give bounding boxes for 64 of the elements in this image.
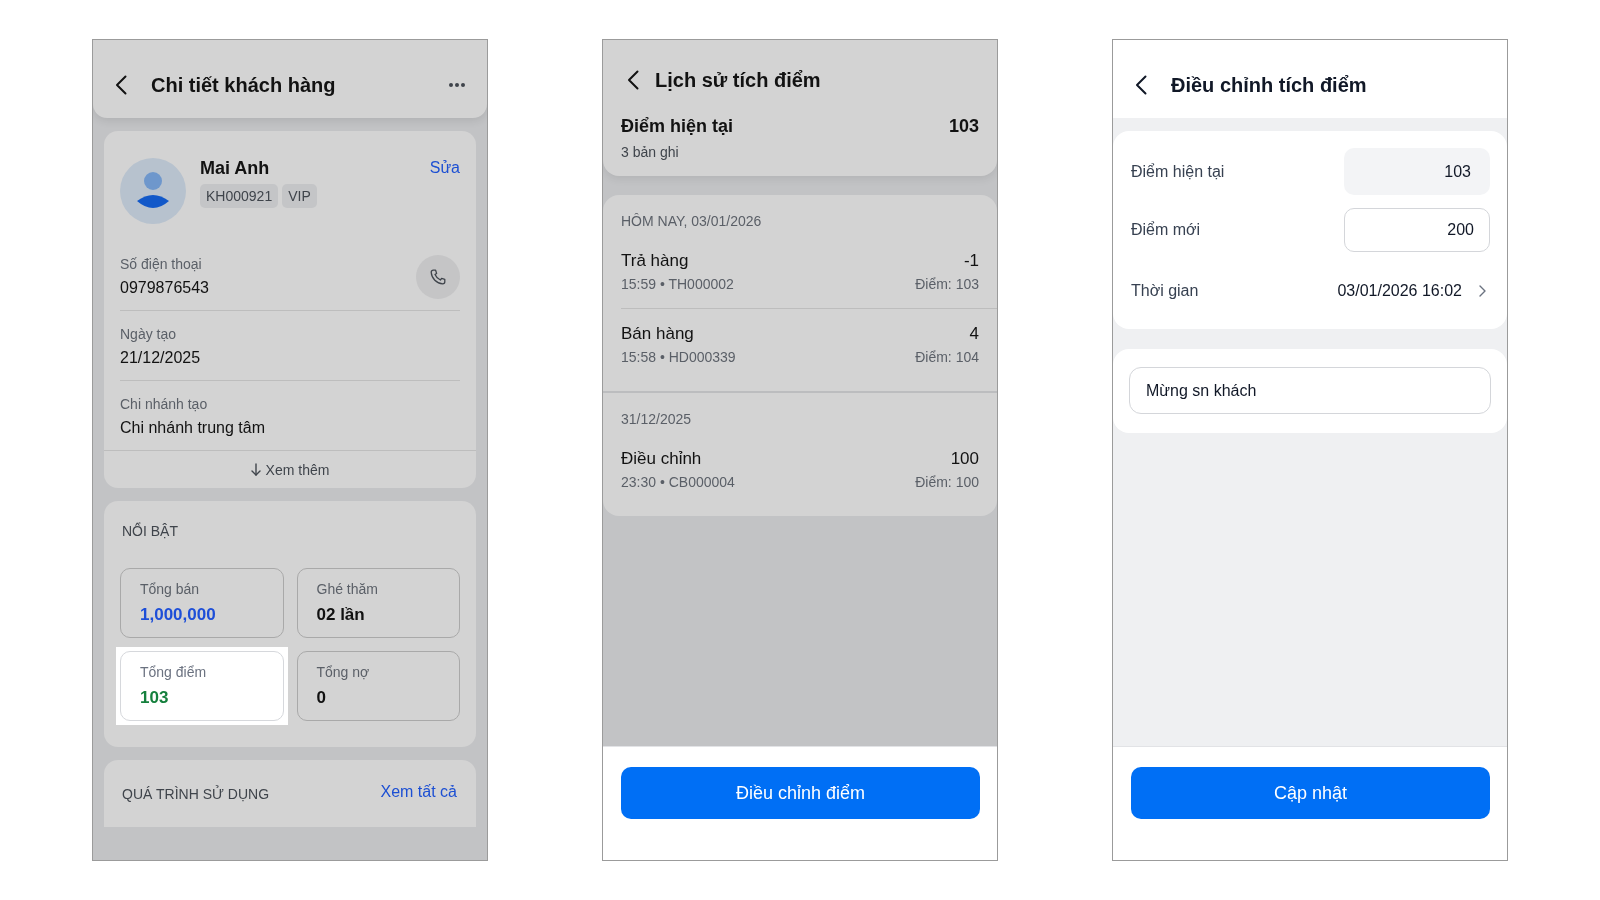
field-label: Điểm hiện tại [1131, 161, 1225, 182]
points-change: 100 [950, 448, 979, 470]
stat-value: 0 [316, 687, 327, 709]
phone-icon [430, 268, 446, 285]
back-icon [627, 70, 639, 90]
entry-meta: 23:30 • CB000004 [621, 473, 735, 491]
stat-value: 103 [140, 687, 170, 709]
more-icon [449, 83, 465, 87]
screen-title: Chi tiết khách hàng [151, 73, 337, 98]
customer-tag: KH000921 [200, 184, 279, 208]
adjust-points-button[interactable]: Điều chỉnh điểm [621, 767, 980, 819]
call-button[interactable] [416, 254, 460, 299]
field-label: Thời gian [1131, 281, 1199, 301]
date-heading: 31/12/2025 [621, 410, 693, 428]
points-value: 103 [948, 115, 979, 137]
stat-value: 02 lần [316, 604, 366, 626]
stat-value: 1,000,000 [140, 604, 217, 626]
back-button[interactable] [627, 70, 639, 90]
chevron-right-icon [1479, 285, 1486, 297]
back-button[interactable] [115, 75, 127, 95]
entry-title: Điều chỉnh [621, 448, 702, 470]
stat-label: Ghé thăm [316, 580, 379, 598]
readonly-field: 103 [1344, 148, 1490, 195]
entry-title: Bán hàng [621, 323, 694, 345]
avatar-icon [120, 158, 186, 224]
back-button[interactable] [1135, 75, 1147, 95]
record-count: 3 bản ghi [621, 143, 680, 161]
screen-title: Lịch sử tích điểm [655, 68, 822, 93]
more-button[interactable] [449, 83, 465, 87]
points-label: Điểm hiện tại [621, 115, 734, 137]
section-title: QUÁ TRÌNH SỬ DỤNG [122, 786, 270, 802]
entry-meta: 15:58 • HD000339 [621, 348, 736, 366]
customer-name: Mai Anh [200, 157, 271, 180]
input-field[interactable]: 200 [1344, 208, 1490, 252]
stat-label: Tổng điểm [140, 663, 208, 681]
edit-link[interactable]: Sửa [429, 156, 460, 180]
date-time-picker[interactable]: 03/01/2026 16:02 [1337, 281, 1490, 301]
field-label: Ngày tạo [120, 325, 178, 344]
section-title: NỔI BẬT [122, 523, 179, 539]
entry-title: Trả hàng [621, 250, 689, 272]
back-icon [1135, 75, 1147, 95]
field-value: 21/12/2025 [120, 348, 202, 368]
points-balance: Điểm: 103 [915, 275, 979, 293]
points-balance: Điểm: 104 [915, 348, 979, 366]
field-label: Chi nhánh tạo [120, 395, 209, 414]
note-field[interactable]: Mừng sn khách [1129, 367, 1491, 414]
entry-meta: 15:59 • TH000002 [621, 275, 734, 293]
field-label: Điểm mới [1131, 220, 1201, 240]
points-change: -1 [963, 250, 979, 272]
date-heading: HÔM NAY, 03/01/2026 [621, 212, 763, 230]
field-value: Chi nhánh trung tâm [120, 418, 266, 438]
see-more-button[interactable]: Xem thêm [250, 460, 330, 479]
arrow-down-icon [250, 463, 261, 476]
update-button[interactable]: Cập nhật [1131, 767, 1490, 819]
stat-label: Tổng bán [140, 580, 201, 598]
stat-label: Tổng nợ [316, 663, 371, 681]
screen-title: Điều chỉnh tích điểm [1171, 73, 1368, 98]
points-balance: Điểm: 100 [915, 473, 979, 491]
points-change: 4 [969, 323, 979, 345]
customer-tag: VIP [282, 184, 317, 208]
field-value: 0979876543 [120, 278, 210, 298]
field-label: Số điện thoại [120, 255, 203, 274]
view-all-link[interactable]: Xem tất cả [380, 782, 457, 802]
back-icon [115, 75, 127, 95]
